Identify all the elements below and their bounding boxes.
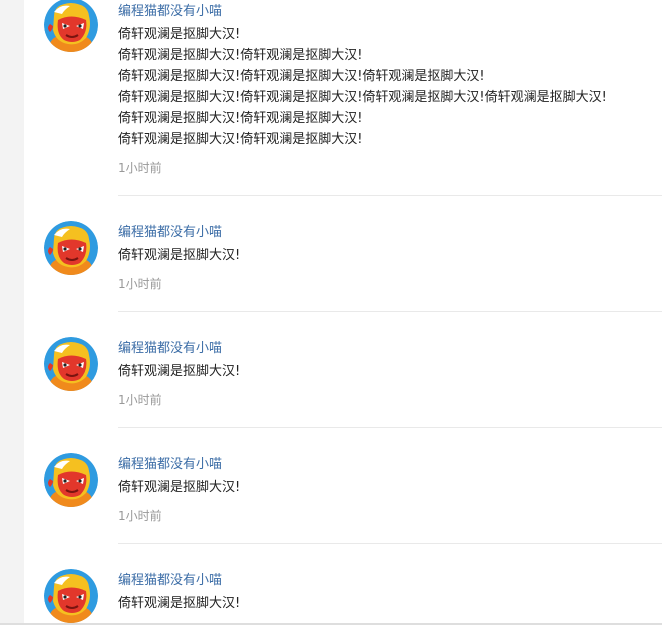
comment-content: 编程猫都没有小喵 倚轩观澜是抠脚大汉! 1小时前	[118, 456, 662, 524]
comment-text-line: 倚轩观澜是抠脚大汉!倚轩观澜是抠脚大汉!	[118, 132, 363, 147]
comment-content: 编程猫都没有小喵 倚轩观澜是抠脚大汉! 1小时前	[118, 224, 662, 292]
comment-text-line: 倚轩观澜是抠脚大汉!倚轩观澜是抠脚大汉!	[118, 111, 363, 126]
comment-divider	[118, 195, 662, 196]
comment-divider	[118, 311, 662, 312]
comment-content: 编程猫都没有小喵 倚轩观澜是抠脚大汉! 1小时前	[118, 340, 662, 408]
comment-text-line: 倚轩观澜是抠脚大汉!倚轩观澜是抠脚大汉!倚轩观澜是抠脚大汉!	[118, 69, 485, 84]
comment-timestamp: 1小时前	[118, 509, 162, 523]
comment-text-line: 倚轩观澜是抠脚大汉!	[118, 27, 241, 42]
comment-text-line: 倚轩观澜是抠脚大汉!倚轩观澜是抠脚大汉!倚轩观澜是抠脚大汉!倚轩观澜是抠脚大汉!	[118, 90, 607, 105]
codemao-cat-avatar-icon[interactable]	[44, 221, 98, 275]
codemao-cat-avatar-icon[interactable]	[44, 0, 98, 52]
username-link[interactable]: 编程猫都没有小喵	[118, 3, 662, 21]
comment-text: 倚轩观澜是抠脚大汉!	[118, 477, 662, 498]
codemao-cat-avatar-icon[interactable]	[44, 569, 98, 623]
comment-text-line: 倚轩观澜是抠脚大汉!	[118, 248, 241, 263]
comment-text: 倚轩观澜是抠脚大汉!	[118, 593, 662, 614]
comment-text-line: 倚轩观澜是抠脚大汉!倚轩观澜是抠脚大汉!	[118, 48, 363, 63]
codemao-cat-avatar-icon[interactable]	[44, 337, 98, 391]
comment-content: 编程猫都没有小喵 倚轩观澜是抠脚大汉! 倚轩观澜是抠脚大汉!倚轩观澜是抠脚大汉! 倚轩…	[118, 3, 662, 176]
comment-text-line: 倚轩观澜是抠脚大汉!	[118, 364, 241, 379]
comment-text-line: 倚轩观澜是抠脚大汉!	[118, 480, 241, 495]
comment-timestamp: 1小时前	[118, 277, 162, 291]
username-link[interactable]: 编程猫都没有小喵	[118, 456, 662, 474]
comment-text: 倚轩观澜是抠脚大汉!	[118, 245, 662, 266]
username-link[interactable]: 编程猫都没有小喵	[118, 340, 662, 358]
comment-text: 倚轩观澜是抠脚大汉! 倚轩观澜是抠脚大汉!倚轩观澜是抠脚大汉! 倚轩观澜是抠脚大汉!…	[118, 24, 662, 150]
comment-text: 倚轩观澜是抠脚大汉!	[118, 361, 662, 382]
comment-timestamp: 1小时前	[118, 161, 162, 175]
codemao-cat-avatar-icon[interactable]	[44, 453, 98, 507]
comment-text-line: 倚轩观澜是抠脚大汉!	[118, 596, 241, 611]
username-link[interactable]: 编程猫都没有小喵	[118, 572, 662, 590]
comment-list: 编程猫都没有小喵 倚轩观澜是抠脚大汉! 倚轩观澜是抠脚大汉!倚轩观澜是抠脚大汉! 倚轩…	[24, 0, 662, 625]
comment-content: 编程猫都没有小喵 倚轩观澜是抠脚大汉!	[118, 572, 662, 614]
comment-divider	[118, 427, 662, 428]
comment-timestamp: 1小时前	[118, 393, 162, 407]
username-link[interactable]: 编程猫都没有小喵	[118, 224, 662, 242]
comment-divider	[118, 543, 662, 544]
